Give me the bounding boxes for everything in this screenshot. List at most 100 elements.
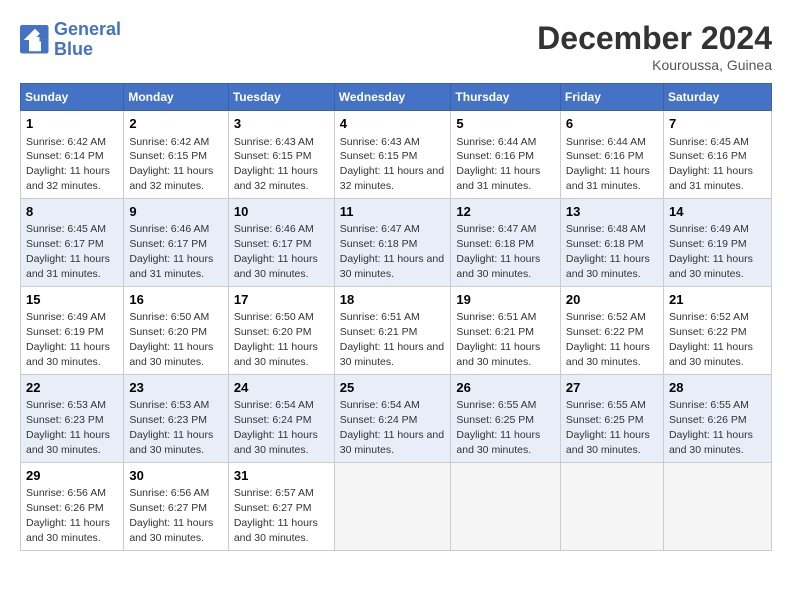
- day-number: 22: [26, 379, 118, 397]
- day-number: 24: [234, 379, 329, 397]
- day-info: Sunrise: 6:56 AMSunset: 6:26 PMDaylight:…: [26, 487, 110, 544]
- day-info: Sunrise: 6:42 AMSunset: 6:15 PMDaylight:…: [129, 136, 213, 193]
- day-info: Sunrise: 6:50 AMSunset: 6:20 PMDaylight:…: [234, 311, 318, 368]
- header-tuesday: Tuesday: [228, 84, 334, 111]
- day-cell: 14 Sunrise: 6:49 AMSunset: 6:19 PMDayligh…: [663, 198, 771, 286]
- logo: General Blue: [20, 20, 121, 60]
- header-row: SundayMondayTuesdayWednesdayThursdayFrid…: [21, 84, 772, 111]
- main-title: December 2024: [537, 20, 772, 57]
- day-number: 1: [26, 115, 118, 133]
- day-cell: 1 Sunrise: 6:42 AMSunset: 6:14 PMDaylight…: [21, 111, 124, 199]
- day-number: 8: [26, 203, 118, 221]
- day-cell: 18Sunrise: 6:51 AMSunset: 6:21 PMDayligh…: [334, 286, 451, 374]
- day-number: 19: [456, 291, 554, 309]
- week-row-2: 8 Sunrise: 6:45 AMSunset: 6:17 PMDaylight…: [21, 198, 772, 286]
- day-cell: [334, 462, 451, 550]
- day-info: Sunrise: 6:46 AMSunset: 6:17 PMDaylight:…: [234, 223, 318, 280]
- day-info: Sunrise: 6:50 AMSunset: 6:20 PMDaylight:…: [129, 311, 213, 368]
- day-cell: [560, 462, 663, 550]
- day-cell: 28 Sunrise: 6:55 AMSunset: 6:26 PMDayligh…: [663, 374, 771, 462]
- day-info: Sunrise: 6:55 AMSunset: 6:25 PMDaylight:…: [456, 399, 540, 456]
- day-info: Sunrise: 6:43 AMSunset: 6:15 PMDaylight:…: [340, 136, 444, 193]
- day-cell: 19Sunrise: 6:51 AMSunset: 6:21 PMDayligh…: [451, 286, 560, 374]
- day-cell: 4 Sunrise: 6:43 AMSunset: 6:15 PMDaylight…: [334, 111, 451, 199]
- day-cell: 30 Sunrise: 6:56 AMSunset: 6:27 PMDayligh…: [124, 462, 229, 550]
- day-info: Sunrise: 6:55 AMSunset: 6:26 PMDaylight:…: [669, 399, 753, 456]
- day-cell: 16Sunrise: 6:50 AMSunset: 6:20 PMDayligh…: [124, 286, 229, 374]
- day-number: 3: [234, 115, 329, 133]
- subtitle: Kouroussa, Guinea: [537, 57, 772, 73]
- day-cell: 10 Sunrise: 6:46 AMSunset: 6:17 PMDayligh…: [228, 198, 334, 286]
- day-info: Sunrise: 6:53 AMSunset: 6:23 PMDaylight:…: [26, 399, 110, 456]
- day-info: Sunrise: 6:51 AMSunset: 6:21 PMDaylight:…: [340, 311, 444, 368]
- day-cell: 13 Sunrise: 6:48 AMSunset: 6:18 PMDayligh…: [560, 198, 663, 286]
- week-row-5: 29Sunrise: 6:56 AMSunset: 6:26 PMDayligh…: [21, 462, 772, 550]
- day-info: Sunrise: 6:45 AMSunset: 6:17 PMDaylight:…: [26, 223, 110, 280]
- week-row-1: 1 Sunrise: 6:42 AMSunset: 6:14 PMDaylight…: [21, 111, 772, 199]
- day-cell: 9 Sunrise: 6:46 AMSunset: 6:17 PMDaylight…: [124, 198, 229, 286]
- day-cell: [663, 462, 771, 550]
- day-info: Sunrise: 6:46 AMSunset: 6:17 PMDaylight:…: [129, 223, 213, 280]
- day-info: Sunrise: 6:56 AMSunset: 6:27 PMDaylight:…: [129, 487, 213, 544]
- week-row-4: 22 Sunrise: 6:53 AMSunset: 6:23 PMDayligh…: [21, 374, 772, 462]
- day-number: 15: [26, 291, 118, 309]
- day-cell: 7 Sunrise: 6:45 AMSunset: 6:16 PMDaylight…: [663, 111, 771, 199]
- day-number: 27: [566, 379, 658, 397]
- day-info: Sunrise: 6:48 AMSunset: 6:18 PMDaylight:…: [566, 223, 650, 280]
- day-number: 11: [340, 203, 446, 221]
- day-number: 5: [456, 115, 554, 133]
- logo-text: General Blue: [54, 20, 121, 60]
- day-cell: 20 Sunrise: 6:52 AMSunset: 6:22 PMDayligh…: [560, 286, 663, 374]
- page-header: General Blue December 2024 Kouroussa, Gu…: [20, 20, 772, 73]
- day-cell: 15 Sunrise: 6:49 AMSunset: 6:19 PMDayligh…: [21, 286, 124, 374]
- header-friday: Friday: [560, 84, 663, 111]
- day-number: 4: [340, 115, 446, 133]
- day-info: Sunrise: 6:49 AMSunset: 6:19 PMDaylight:…: [669, 223, 753, 280]
- day-number: 28: [669, 379, 766, 397]
- day-number: 14: [669, 203, 766, 221]
- day-number: 23: [129, 379, 223, 397]
- day-number: 25: [340, 379, 446, 397]
- day-cell: 11 Sunrise: 6:47 AMSunset: 6:18 PMDayligh…: [334, 198, 451, 286]
- day-info: Sunrise: 6:53 AMSunset: 6:23 PMDaylight:…: [129, 399, 213, 456]
- day-number: 20: [566, 291, 658, 309]
- day-number: 2: [129, 115, 223, 133]
- day-info: Sunrise: 6:49 AMSunset: 6:19 PMDaylight:…: [26, 311, 110, 368]
- logo-icon: [20, 25, 50, 55]
- day-cell: 6 Sunrise: 6:44 AMSunset: 6:16 PMDaylight…: [560, 111, 663, 199]
- day-number: 17: [234, 291, 329, 309]
- day-info: Sunrise: 6:47 AMSunset: 6:18 PMDaylight:…: [340, 223, 444, 280]
- day-info: Sunrise: 6:52 AMSunset: 6:22 PMDaylight:…: [669, 311, 753, 368]
- day-number: 26: [456, 379, 554, 397]
- day-cell: 24Sunrise: 6:54 AMSunset: 6:24 PMDayligh…: [228, 374, 334, 462]
- day-cell: 17 Sunrise: 6:50 AMSunset: 6:20 PMDayligh…: [228, 286, 334, 374]
- day-number: 6: [566, 115, 658, 133]
- day-info: Sunrise: 6:55 AMSunset: 6:25 PMDaylight:…: [566, 399, 650, 456]
- header-wednesday: Wednesday: [334, 84, 451, 111]
- day-cell: 12 Sunrise: 6:47 AMSunset: 6:18 PMDayligh…: [451, 198, 560, 286]
- calendar-table: SundayMondayTuesdayWednesdayThursdayFrid…: [20, 83, 772, 551]
- day-info: Sunrise: 6:44 AMSunset: 6:16 PMDaylight:…: [566, 136, 650, 193]
- header-thursday: Thursday: [451, 84, 560, 111]
- day-cell: [451, 462, 560, 550]
- day-info: Sunrise: 6:57 AMSunset: 6:27 PMDaylight:…: [234, 487, 318, 544]
- day-number: 30: [129, 467, 223, 485]
- day-cell: 31Sunrise: 6:57 AMSunset: 6:27 PMDayligh…: [228, 462, 334, 550]
- day-number: 7: [669, 115, 766, 133]
- header-sunday: Sunday: [21, 84, 124, 111]
- day-info: Sunrise: 6:43 AMSunset: 6:15 PMDaylight:…: [234, 136, 318, 193]
- calendar-header: SundayMondayTuesdayWednesdayThursdayFrid…: [21, 84, 772, 111]
- day-info: Sunrise: 6:47 AMSunset: 6:18 PMDaylight:…: [456, 223, 540, 280]
- day-cell: 21 Sunrise: 6:52 AMSunset: 6:22 PMDayligh…: [663, 286, 771, 374]
- day-number: 10: [234, 203, 329, 221]
- day-cell: 25 Sunrise: 6:54 AMSunset: 6:24 PMDayligh…: [334, 374, 451, 462]
- day-info: Sunrise: 6:42 AMSunset: 6:14 PMDaylight:…: [26, 136, 110, 193]
- day-info: Sunrise: 6:52 AMSunset: 6:22 PMDaylight:…: [566, 311, 650, 368]
- day-number: 21: [669, 291, 766, 309]
- day-cell: 27 Sunrise: 6:55 AMSunset: 6:25 PMDayligh…: [560, 374, 663, 462]
- day-number: 9: [129, 203, 223, 221]
- day-info: Sunrise: 6:45 AMSunset: 6:16 PMDaylight:…: [669, 136, 753, 193]
- day-number: 12: [456, 203, 554, 221]
- day-number: 13: [566, 203, 658, 221]
- day-info: Sunrise: 6:54 AMSunset: 6:24 PMDaylight:…: [340, 399, 444, 456]
